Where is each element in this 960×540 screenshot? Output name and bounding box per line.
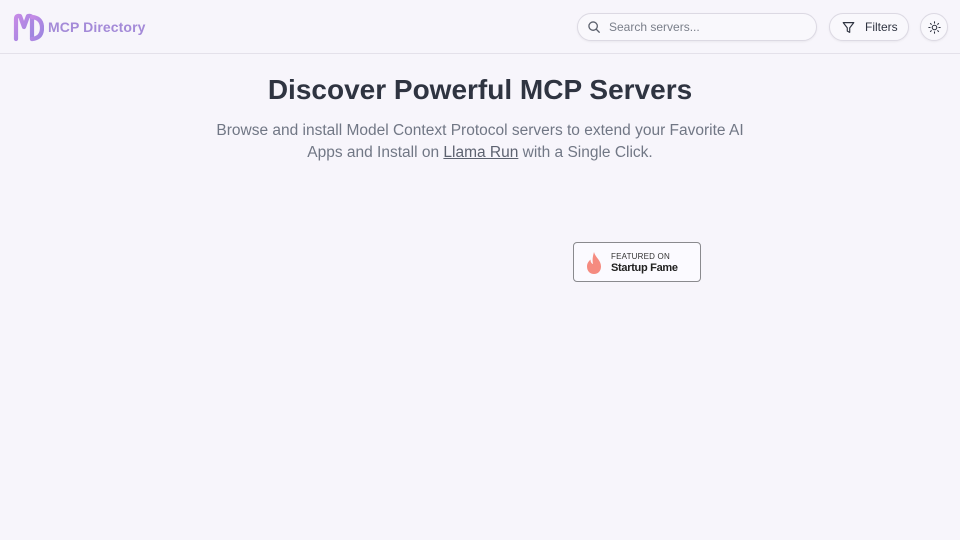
search-icon: [588, 21, 600, 33]
top-nav-bar: MCP Directory Filters: [0, 0, 960, 54]
search-input[interactable]: [609, 20, 809, 34]
md-logo-icon: [13, 13, 44, 42]
hero-subtitle-end: with a Single Click.: [518, 144, 653, 161]
badge-featured-text: FEATURED ON: [611, 252, 670, 261]
badge-startup-fame-text: Startup Fame: [611, 262, 678, 274]
hero-title: Discover Powerful MCP Servers: [267, 74, 693, 105]
search-box[interactable]: [577, 13, 817, 41]
brand-name: MCP Directory: [48, 19, 146, 35]
brand-home-link[interactable]: MCP Directory: [12, 11, 146, 43]
startup-fame-badge[interactable]: FEATURED ON Startup Fame: [573, 242, 701, 282]
flame-icon: [587, 252, 601, 274]
sun-icon: [927, 20, 941, 34]
filters-button[interactable]: Filters: [829, 13, 909, 41]
filters-label: Filters: [865, 20, 898, 34]
hero-subtitle: Browse and install Model Context Protoco…: [200, 120, 760, 164]
theme-toggle-button[interactable]: [920, 13, 948, 41]
llama-run-link[interactable]: Llama Run: [443, 144, 518, 161]
filter-funnel-icon: [842, 21, 855, 33]
